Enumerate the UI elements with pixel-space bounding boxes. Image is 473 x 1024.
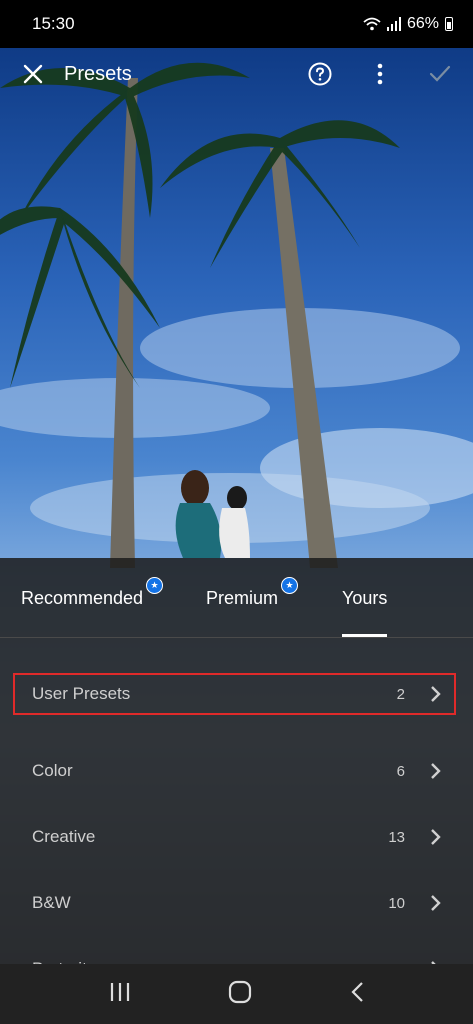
preset-group-count: 2 xyxy=(396,685,405,703)
tab-label: Premium xyxy=(206,588,279,608)
preset-group-label: B&W xyxy=(32,893,71,912)
checkmark-icon xyxy=(429,65,451,82)
status-icons: 66% xyxy=(363,15,453,33)
more-vert-icon xyxy=(377,63,383,85)
home-icon xyxy=(229,980,252,1003)
help-button[interactable] xyxy=(305,59,335,89)
preset-group-color[interactable]: Color 6 xyxy=(0,738,473,804)
recents-icon xyxy=(110,982,129,1001)
battery-icon xyxy=(445,17,453,31)
premium-star-icon: ★ xyxy=(146,577,164,594)
preset-group-user-presets[interactable]: User Presets 2 xyxy=(0,672,473,716)
back-button[interactable] xyxy=(350,981,364,1008)
help-icon xyxy=(308,62,332,86)
system-nav-bar xyxy=(0,964,473,1024)
close-button[interactable] xyxy=(18,59,48,89)
more-options-button[interactable] xyxy=(365,59,395,89)
active-tab-indicator xyxy=(342,634,387,637)
status-bar: 15:30 66% xyxy=(0,0,473,48)
back-icon xyxy=(351,981,363,1002)
premium-star-icon: ★ xyxy=(281,577,299,594)
preset-group-count: 13 xyxy=(388,828,405,846)
battery-percent: 66% xyxy=(406,15,439,32)
preset-group-label: Color xyxy=(32,761,73,780)
presets-panel: Recommended ★ Premium ★ Yours User Prese… xyxy=(0,558,473,978)
apply-button[interactable] xyxy=(425,59,455,89)
tab-label: Recommended xyxy=(21,588,144,608)
chevron-right-icon xyxy=(431,686,441,702)
signal-icon xyxy=(386,17,401,31)
preset-group-label: Creative xyxy=(32,827,96,846)
preset-group-list: User Presets 2 Color 6 Creative 13 B&W 1… xyxy=(0,672,473,1002)
chevron-right-icon xyxy=(431,895,441,911)
tab-label: Yours xyxy=(342,588,388,608)
tab-premium[interactable]: Premium ★ xyxy=(206,577,299,637)
top-app-bar: Presets xyxy=(0,48,473,100)
tab-recommended[interactable]: Recommended ★ xyxy=(21,577,164,637)
recent-apps-button[interactable] xyxy=(109,982,131,1007)
preset-tabs: Recommended ★ Premium ★ Yours xyxy=(0,558,473,638)
wifi-icon xyxy=(363,17,381,31)
preset-group-bw[interactable]: B&W 10 xyxy=(0,870,473,936)
preset-group-count: 10 xyxy=(388,894,405,912)
tab-yours[interactable]: Yours xyxy=(342,588,387,637)
close-icon xyxy=(23,64,43,84)
preset-group-label: User Presets xyxy=(32,684,131,703)
preset-group-creative[interactable]: Creative 13 xyxy=(0,804,473,870)
status-time: 15:30 xyxy=(32,14,75,33)
home-button[interactable] xyxy=(228,980,252,1009)
chevron-right-icon xyxy=(431,763,441,779)
page-title: Presets xyxy=(64,62,132,85)
preset-group-count: 6 xyxy=(396,762,405,780)
chevron-right-icon xyxy=(431,829,441,845)
